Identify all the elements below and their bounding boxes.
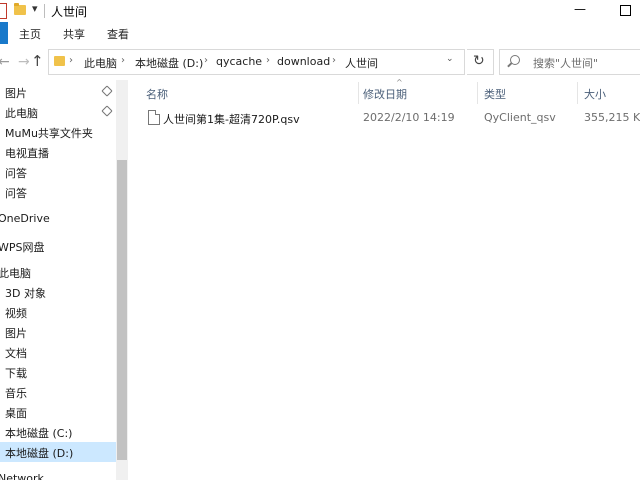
sidebar-scroll-thumb[interactable] (117, 160, 127, 460)
column-divider[interactable] (358, 82, 359, 104)
breadcrumb-separator[interactable]: › (204, 55, 208, 66)
pin-icon[interactable] (101, 85, 113, 97)
file-modified: 2022/2/10 14:19 (363, 111, 455, 124)
breadcrumb-qycache[interactable]: qycache (216, 55, 262, 68)
forward-arrow-icon[interactable]: → (18, 54, 30, 70)
sidebar-item-label: 视频 (5, 307, 27, 320)
file-icon (148, 110, 160, 125)
chevron-down-icon: ⌄ (446, 54, 454, 64)
breadcrumb-separator[interactable]: › (121, 55, 125, 66)
file-type: QyClient_qsv (484, 111, 556, 124)
sidebar-item-label: 问答 (5, 187, 27, 200)
column-header-size[interactable]: 大小 (584, 86, 606, 102)
breadcrumb-separator[interactable]: › (332, 55, 336, 66)
pin-icon[interactable] (101, 105, 113, 117)
breadcrumb-this-pc[interactable]: 此电脑 (84, 55, 117, 71)
tab-home[interactable]: 主页 (19, 26, 41, 42)
sidebar-item-desktop[interactable]: 桌面 (0, 402, 116, 422)
sidebar-item-label: 文档 (5, 347, 27, 360)
back-arrow-icon[interactable]: ← (0, 54, 10, 70)
column-divider[interactable] (477, 82, 478, 104)
sidebar-item-label: MuMu共享文件夹 (5, 127, 93, 140)
file-list: ^ 名称 修改日期 类型 大小 人世间第1集-超清720P.qsv 2022/2… (130, 78, 640, 480)
sidebar-item-label: 音乐 (5, 387, 27, 400)
maximize-icon[interactable] (620, 5, 631, 16)
column-divider[interactable] (577, 82, 578, 104)
title-separator (44, 4, 45, 18)
sidebar-item-onedrive[interactable]: OneDrive (0, 209, 116, 229)
sidebar-item-label: 电视直播 (5, 147, 49, 160)
column-header-modified[interactable]: 修改日期 (363, 86, 407, 102)
refresh-button[interactable]: ↻ (467, 49, 494, 75)
breadcrumb-separator[interactable]: › (266, 55, 270, 66)
sidebar-item-pictures[interactable]: 图片 (0, 322, 116, 342)
file-name: 人世间第1集-超清720P.qsv (163, 113, 300, 126)
sidebar-item-3d-objects[interactable]: 3D 对象 (0, 282, 116, 302)
sidebar-item-drive-c[interactable]: 本地磁盘 (C:) (0, 422, 116, 442)
search-input[interactable]: 搜索"人世间" (533, 55, 598, 71)
sidebar-item-label: 本地磁盘 (D:) (5, 447, 74, 460)
breadcrumb-current[interactable]: 人世间 (345, 55, 378, 71)
search-box[interactable]: 搜索"人世间" (499, 49, 640, 75)
sidebar-item-downloads[interactable]: 下载 (0, 362, 116, 382)
sidebar-item-label: 问答 (5, 167, 27, 180)
address-history-button[interactable]: ⌄ (440, 49, 465, 75)
navigation-bar: ← → ↑ › 此电脑 › 本地磁盘 (D:) › qycache › down… (0, 44, 640, 80)
tab-view[interactable]: 查看 (107, 26, 129, 42)
sidebar-item-qa-2[interactable]: 问答 (0, 182, 116, 202)
sidebar-item-label: 桌面 (5, 407, 27, 420)
minimize-icon[interactable]: — (573, 2, 587, 16)
sidebar-item-drive-d[interactable]: 本地磁盘 (D:) (0, 442, 116, 462)
refresh-icon: ↻ (473, 53, 485, 69)
sidebar-item-videos[interactable]: 视频 (0, 302, 116, 322)
sidebar-item-label: 图片 (5, 87, 27, 100)
tab-file[interactable] (0, 22, 8, 44)
sidebar-item-wps-drive[interactable]: WPS网盘 (0, 236, 116, 256)
table-row[interactable]: 人世间第1集-超清720P.qsv 2022/2/10 14:19 QyClie… (140, 108, 640, 128)
sidebar-item-network[interactable]: Network (0, 469, 116, 480)
sidebar-item-tv-live[interactable]: 电视直播 (0, 142, 116, 162)
sidebar-item-label: 3D 对象 (5, 287, 46, 300)
sidebar-item-label: 此电脑 (0, 267, 31, 280)
breadcrumb-drive-d[interactable]: 本地磁盘 (D:) (135, 55, 203, 71)
sidebar-item-label: WPS网盘 (0, 241, 45, 254)
sidebar-item-qa-1[interactable]: 问答 (0, 162, 116, 182)
breadcrumb-download[interactable]: download (277, 55, 330, 68)
sidebar-item-label: 本地磁盘 (C:) (5, 427, 73, 440)
file-size: 355,215 KB (584, 111, 640, 124)
folder-icon (54, 56, 65, 66)
navigation-pane: 图片 此电脑 MuMu共享文件夹 电视直播 问答 问答 OneDrive WPS… (0, 80, 128, 480)
column-header-name[interactable]: 名称 (146, 86, 168, 102)
sidebar-item-mumu-shared[interactable]: MuMu共享文件夹 (0, 122, 116, 142)
sidebar-item-label: 图片 (5, 327, 27, 340)
ribbon: 主页 共享 查看 (0, 22, 640, 45)
new-folder-icon[interactable] (14, 3, 26, 15)
window-title: 人世间 (51, 5, 88, 19)
sidebar-item-music[interactable]: 音乐 (0, 382, 116, 402)
sidebar-item-label: 下载 (5, 367, 27, 380)
sidebar-item-documents[interactable]: 文档 (0, 342, 116, 362)
properties-icon[interactable] (0, 3, 7, 19)
sidebar-item-label: OneDrive (0, 212, 50, 225)
quick-access-dropdown-icon[interactable]: ▾ (32, 2, 38, 15)
sidebar-item-this-pc-pinned[interactable]: 此电脑 (0, 102, 116, 122)
title-bar: ▾ 人世间 — (0, 0, 640, 22)
sidebar-item-pictures-pinned[interactable]: 图片 (0, 82, 116, 102)
sidebar-item-label: 此电脑 (5, 107, 38, 120)
sidebar-item-label: Network (0, 472, 44, 480)
breadcrumb-separator[interactable]: › (69, 55, 73, 66)
sidebar-item-this-pc[interactable]: 此电脑 (0, 262, 116, 282)
address-bar[interactable]: › 此电脑 › 本地磁盘 (D:) › qycache › download ›… (48, 49, 464, 75)
up-arrow-icon[interactable]: ↑ (31, 52, 44, 70)
column-header-type[interactable]: 类型 (484, 86, 506, 102)
search-icon (510, 55, 520, 65)
tab-share[interactable]: 共享 (63, 26, 85, 42)
